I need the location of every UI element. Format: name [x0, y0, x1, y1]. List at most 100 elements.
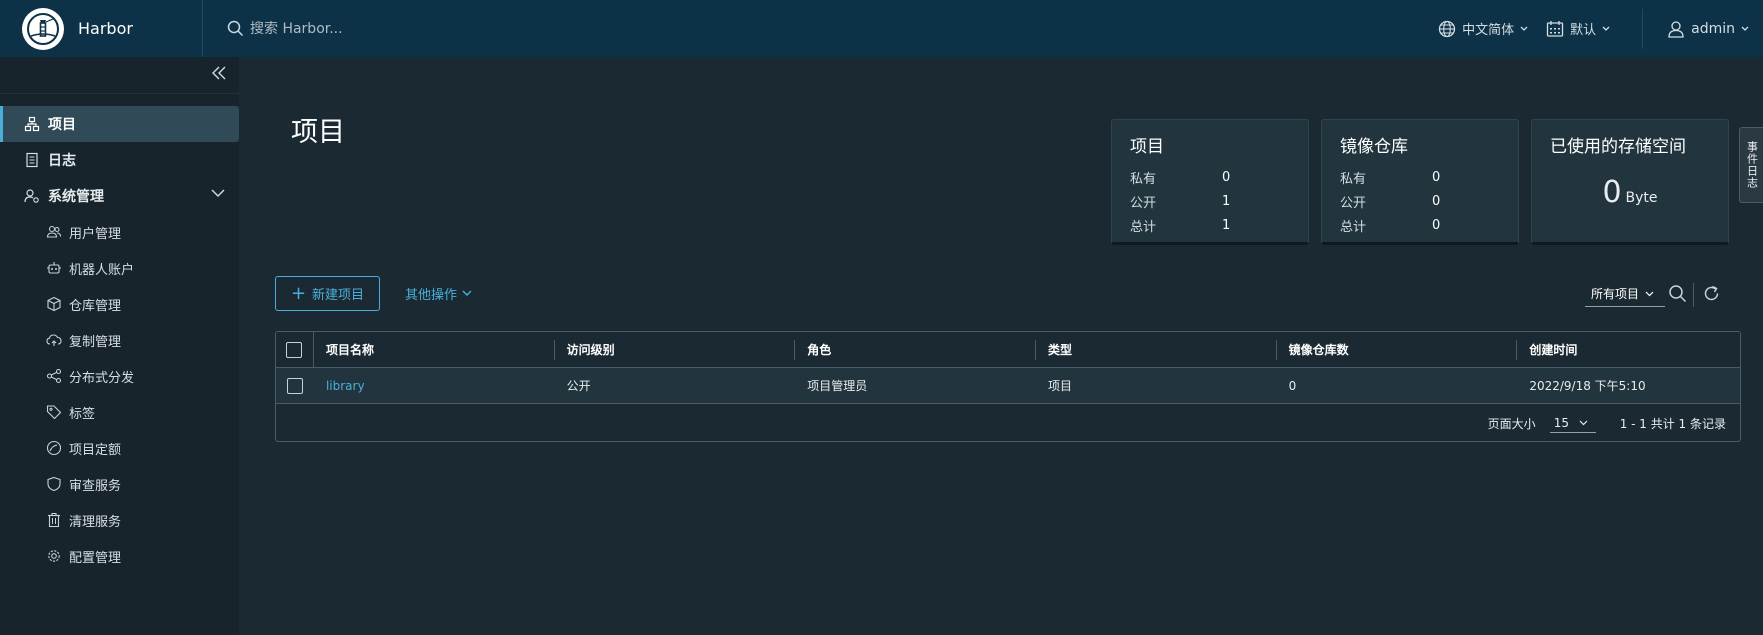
- new-project-label: 新建项目: [312, 288, 365, 303]
- column-header-access[interactable]: 访问级别: [555, 332, 796, 367]
- card-row-label: 总计: [1340, 219, 1367, 235]
- projects-summary-card: 项目 私有 0 公开 1 总计 1: [1111, 119, 1309, 245]
- sidebar-item-label: 机器人账户: [69, 262, 135, 278]
- project-filter-select[interactable]: 所有项目: [1585, 281, 1665, 307]
- row-checkbox[interactable]: [286, 377, 303, 394]
- sidebar-collapse-row: [0, 57, 239, 94]
- sidebar-item-label: 仓库管理: [69, 298, 122, 314]
- page-size-select[interactable]: 15: [1549, 414, 1596, 433]
- page-title: 项目: [291, 117, 345, 148]
- harbor-logo-icon: [22, 7, 64, 50]
- sidebar-nav: 项目 日志 系统管理 用户管理 机器人账户 仓库管理 复制管理 分布式分发 标签…: [0, 106, 239, 574]
- users-icon: [46, 225, 62, 238]
- storage-summary-card: 已使用的存储空间 0 Byte: [1531, 119, 1729, 245]
- globe-icon: [1438, 20, 1456, 37]
- global-search: [227, 0, 727, 57]
- row-select-cell: [276, 368, 314, 403]
- select-all-cell: [276, 332, 314, 367]
- card-row-value: 0: [1222, 169, 1231, 185]
- brand[interactable]: Harbor: [0, 0, 203, 57]
- sidebar-item-label: 项目定额: [69, 442, 122, 458]
- double-chevron-left-icon: [212, 66, 226, 80]
- language-selector[interactable]: 中文简体: [1438, 19, 1528, 38]
- header-divider: [1642, 8, 1644, 49]
- card-row: 私有 0: [1340, 165, 1500, 189]
- sidebar-item-replications[interactable]: 复制管理: [0, 322, 239, 358]
- chevron-down-icon: [1602, 26, 1610, 31]
- sidebar-item-distributions[interactable]: 分布式分发: [0, 358, 239, 394]
- repositories-summary-card: 镜像仓库 私有 0 公开 0 总计 0: [1321, 119, 1519, 245]
- sidebar-item-labels[interactable]: 标签: [0, 394, 239, 430]
- sidebar-item-registries[interactable]: 仓库管理: [0, 286, 239, 322]
- column-header-repo-count[interactable]: 镜像仓库数: [1277, 332, 1518, 367]
- sidebar-item-administration[interactable]: 系统管理: [0, 178, 239, 214]
- top-header: Harbor 中文简体 默认 admin: [0, 0, 1763, 57]
- select-all-checkbox[interactable]: [286, 341, 303, 358]
- tag-icon: [46, 405, 62, 420]
- chevron-down-icon: [1645, 291, 1654, 296]
- search-input[interactable]: [250, 20, 670, 37]
- sidebar-item-label: 配置管理: [69, 550, 122, 566]
- column-header-type[interactable]: 类型: [1036, 332, 1277, 367]
- sidebar-item-robot-accounts[interactable]: 机器人账户: [0, 250, 239, 286]
- table-header: 项目名称 访问级别 角色 类型 镜像仓库数 创建时间: [276, 332, 1740, 368]
- header-actions: 中文简体 默认 admin: [1438, 0, 1763, 57]
- datetime-format-selector[interactable]: 默认: [1546, 19, 1610, 38]
- collapse-sidebar-button[interactable]: [211, 65, 227, 81]
- card-row-label: 公开: [1340, 195, 1367, 211]
- sidebar-item-label: 复制管理: [69, 334, 122, 350]
- card-title: 已使用的存储空间: [1550, 137, 1686, 157]
- filter-divider: [1693, 283, 1694, 307]
- sidebar-item-label: 系统管理: [48, 189, 104, 205]
- created-time-cell: 2022/9/18 下午5:10: [1529, 379, 1646, 393]
- page-size-label: 页面大小: [1487, 416, 1536, 431]
- new-project-button[interactable]: + 新建项目: [275, 276, 380, 311]
- sidebar-item-clean-up[interactable]: 清理服务: [0, 502, 239, 538]
- sidebar-item-label: 清理服务: [69, 514, 122, 530]
- search-icon: [227, 20, 244, 37]
- sidebar-item-label: 分布式分发: [69, 370, 135, 386]
- other-actions-dropdown[interactable]: 其他操作: [405, 276, 472, 311]
- card-row: 公开 1: [1130, 189, 1290, 213]
- type-cell: 项目: [1047, 379, 1072, 393]
- sidebar-item-label: 日志: [48, 153, 76, 169]
- quota-icon: [46, 440, 62, 456]
- refresh-button[interactable]: [1702, 284, 1721, 303]
- column-header-role[interactable]: 角色: [795, 332, 1036, 367]
- page-size-value: 15: [1553, 415, 1569, 430]
- card-row-value: 0: [1432, 169, 1441, 185]
- card-row: 总计 1: [1130, 213, 1290, 237]
- language-label: 中文简体: [1462, 23, 1515, 38]
- plus-icon: +: [290, 282, 307, 304]
- sidebar-item-users[interactable]: 用户管理: [0, 214, 239, 250]
- project-name-cell: library: [314, 368, 555, 403]
- chevron-down-icon: [1741, 26, 1749, 31]
- storage-value: 0 Byte: [1550, 175, 1710, 210]
- sidebar-item-configuration[interactable]: 配置管理: [0, 538, 239, 574]
- chevron-down-icon: [1520, 26, 1528, 31]
- chevron-down-icon: [211, 189, 225, 197]
- table-row: library 公开 项目管理员 项目 0 2022/9/18 下午5:10: [276, 368, 1740, 404]
- sidebar-item-interrogation-services[interactable]: 审查服务: [0, 466, 239, 502]
- project-name-link[interactable]: library: [326, 379, 365, 393]
- column-header-created[interactable]: 创建时间: [1517, 332, 1740, 367]
- column-header-name[interactable]: 项目名称: [314, 332, 555, 367]
- sidebar-item-projects[interactable]: 项目: [0, 106, 239, 142]
- trash-icon: [48, 512, 60, 528]
- card-row-value: 1: [1222, 217, 1231, 233]
- sidebar-item-project-quotas[interactable]: 项目定额: [0, 430, 239, 466]
- card-title: 项目: [1130, 137, 1164, 157]
- sidebar-item-label: 审查服务: [69, 478, 122, 494]
- user-menu[interactable]: admin: [1667, 20, 1749, 38]
- filter-search-button[interactable]: [1668, 284, 1687, 303]
- gear-icon: [48, 550, 60, 562]
- calendar-icon: [1546, 20, 1564, 37]
- sidebar: 项目 日志 系统管理 用户管理 机器人账户 仓库管理 复制管理 分布式分发 标签…: [0, 57, 239, 635]
- sidebar-item-logs[interactable]: 日志: [0, 142, 239, 178]
- event-log-tab-label: 事件日志: [1745, 141, 1759, 189]
- distribution-icon: [46, 368, 62, 384]
- card-row-value: 0: [1432, 193, 1441, 209]
- chevron-down-icon: [462, 290, 472, 296]
- event-log-tab[interactable]: 事件日志: [1739, 127, 1763, 203]
- storage-unit: Byte: [1625, 190, 1658, 206]
